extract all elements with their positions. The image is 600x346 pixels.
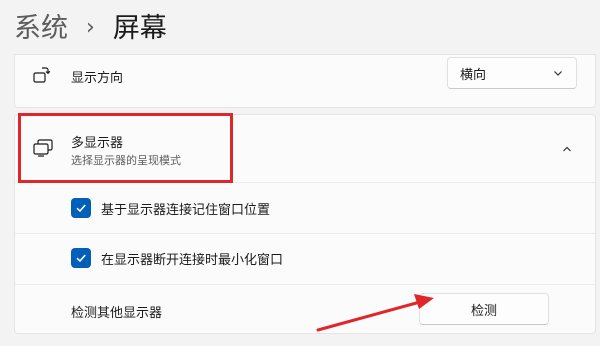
multiple-displays-title: 多显示器	[71, 136, 124, 151]
multiple-displays-subtitle: 选择显示器的呈现模式	[71, 154, 181, 167]
multiple-displays-card: 多显示器 选择显示器的呈现模式 基于显示器连接记住窗口位置 在显示器断开连接时最…	[14, 114, 596, 334]
remember-windows-checkbox[interactable]	[71, 198, 91, 218]
minimize-windows-checkbox[interactable]	[71, 248, 91, 268]
checkmark-icon	[76, 254, 86, 263]
chevron-up-icon[interactable]	[561, 143, 573, 155]
display-orientation-dropdown[interactable]: 横向	[447, 57, 577, 89]
multiple-displays-header[interactable]: 多显示器 选择显示器的呈现模式	[15, 115, 595, 183]
page-title: 屏幕	[112, 12, 167, 44]
detect-button[interactable]: 检测	[419, 293, 549, 325]
breadcrumb-parent[interactable]: 系统	[14, 15, 68, 42]
checkmark-icon	[76, 204, 86, 213]
multiple-displays-icon	[32, 137, 54, 159]
chevron-right-icon: ›	[86, 15, 95, 40]
chevron-down-icon	[554, 71, 562, 76]
display-orientation-label: 显示方向	[71, 71, 124, 86]
breadcrumb: 系统 › 屏幕	[14, 6, 167, 50]
remember-windows-row: 基于显示器连接记住窗口位置	[15, 183, 595, 233]
remember-windows-label: 基于显示器连接记住窗口位置	[101, 203, 271, 218]
detect-displays-label: 检测其他显示器	[71, 306, 163, 321]
display-orientation-value: 横向	[460, 67, 487, 83]
screen-rotate-icon	[31, 66, 51, 86]
display-orientation-card: 显示方向 横向	[14, 54, 596, 108]
minimize-windows-row: 在显示器断开连接时最小化窗口	[15, 234, 595, 284]
minimize-windows-label: 在显示器断开连接时最小化窗口	[101, 253, 284, 268]
detect-displays-row: 检测其他显示器 检测	[15, 285, 595, 333]
